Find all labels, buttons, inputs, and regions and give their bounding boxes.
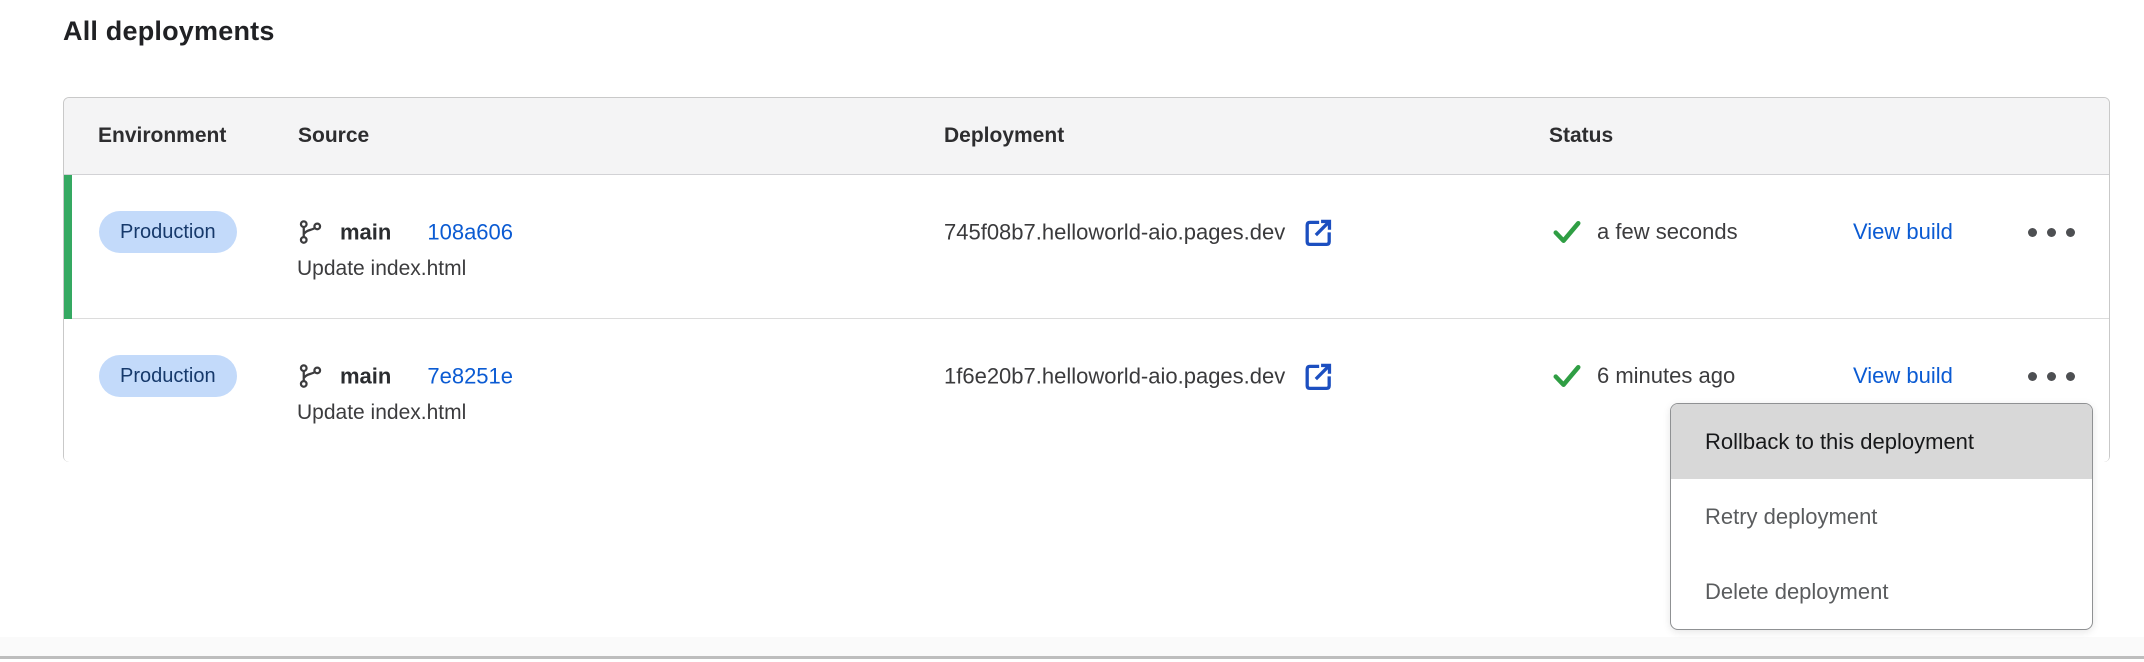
deployment-cell: 745f08b7.helloworld-aio.pages.dev — [944, 216, 1334, 249]
commit-link[interactable]: 7e8251e — [427, 363, 513, 389]
column-header-deployment: Deployment — [944, 124, 1064, 148]
deployment-url: 745f08b7.helloworld-aio.pages.dev — [944, 219, 1285, 245]
external-link-icon[interactable] — [1301, 360, 1334, 393]
section-divider — [0, 637, 2144, 659]
branch-name: main — [340, 363, 391, 389]
status-time: 6 minutes ago — [1597, 363, 1735, 389]
menu-item-delete[interactable]: Delete deployment — [1671, 554, 2092, 629]
commit-message: Update index.html — [297, 401, 466, 425]
status-time: a few seconds — [1597, 219, 1738, 245]
table-header-row: Environment Source Deployment Status — [64, 98, 2109, 175]
git-branch-icon — [297, 219, 324, 246]
status-cell: 6 minutes ago — [1550, 361, 1735, 391]
column-header-environment: Environment — [98, 124, 226, 148]
external-link-icon[interactable] — [1301, 216, 1334, 249]
table-row: Production main 108a606 Update index.htm… — [64, 175, 2109, 319]
environment-cell: Production — [99, 355, 237, 397]
deployment-url: 1f6e20b7.helloworld-aio.pages.dev — [944, 363, 1285, 389]
page-title: All deployments — [63, 16, 275, 47]
branch-name: main — [340, 219, 391, 245]
view-build-link[interactable]: View build — [1853, 363, 1953, 389]
commit-message: Update index.html — [297, 257, 466, 281]
column-header-status: Status — [1549, 124, 1613, 148]
environment-badge: Production — [99, 211, 237, 253]
ellipsis-icon — [2028, 228, 2075, 237]
menu-item-retry[interactable]: Retry deployment — [1671, 479, 2092, 554]
current-deployment-indicator — [64, 175, 72, 319]
check-icon — [1550, 217, 1584, 247]
row-context-menu: Rollback to this deployment Retry deploy… — [1670, 403, 2093, 630]
commit-link[interactable]: 108a606 — [427, 219, 513, 245]
ellipsis-icon — [2028, 372, 2075, 381]
row-menu-button[interactable] — [2019, 210, 2083, 254]
environment-badge: Production — [99, 355, 237, 397]
check-icon — [1550, 361, 1584, 391]
row-menu-button[interactable] — [2019, 354, 2083, 398]
view-build-link[interactable]: View build — [1853, 219, 1953, 245]
deployment-cell: 1f6e20b7.helloworld-aio.pages.dev — [944, 360, 1334, 393]
source-cell: main 7e8251e — [297, 363, 513, 390]
status-cell: a few seconds — [1550, 217, 1738, 247]
environment-cell: Production — [99, 211, 237, 253]
git-branch-icon — [297, 363, 324, 390]
column-header-source: Source — [298, 124, 369, 148]
source-cell: main 108a606 — [297, 219, 513, 246]
menu-item-rollback[interactable]: Rollback to this deployment — [1671, 404, 2092, 479]
